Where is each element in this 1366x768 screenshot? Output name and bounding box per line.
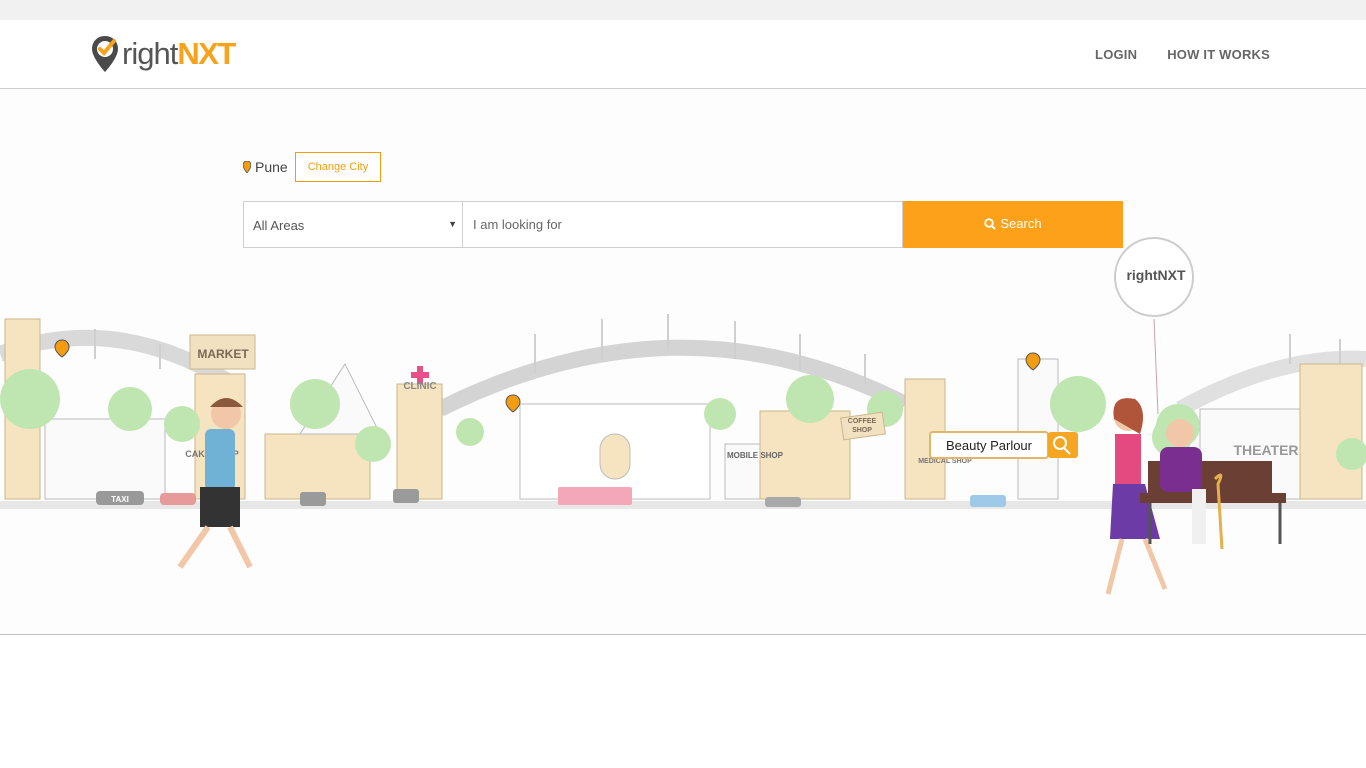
coffee-shop-sign-line2: SHOP [852,427,872,434]
site-logo[interactable]: rightNXT [90,33,236,75]
top-nav: LOGIN HOW IT WORKS [1095,47,1270,62]
search-bar: All Areas ▼ Search [243,201,1123,248]
location-check-icon [92,36,118,72]
balloon-logo-text: rightNXT [1126,267,1186,283]
dropdown-arrow-icon: ▼ [448,219,457,229]
search-button[interactable]: Search [903,201,1123,248]
hero-section: MARKET CLINIC CAKE SHOP MOBILE SHOP COFF… [0,89,1366,635]
clinic-sign-text: CLINIC [403,381,436,392]
medical-shop-sign-text: MEDICAL SHOP [918,458,972,465]
login-link[interactable]: LOGIN [1095,47,1137,62]
clinic-cross-bar [411,372,429,378]
area-select[interactable]: All Areas ▼ [243,201,463,248]
market-sign-text: MARKET [197,347,249,361]
logo-text: rightNXT [122,36,236,72]
top-strip [0,0,1366,20]
how-it-works-link[interactable]: HOW IT WORKS [1167,47,1270,62]
search-bubble-text: Beauty Parlour [946,438,1033,453]
theater-sign-text: THEATER [1233,442,1298,458]
change-city-button[interactable]: Change City [294,152,382,182]
city-illustration: MARKET CLINIC CAKE SHOP MOBILE SHOP COFF… [0,237,1366,595]
logo-text-accent: NXT [177,36,236,71]
search-button-label: Search [1000,216,1042,231]
taxi-text: TAXI [111,495,129,504]
area-select-value: All Areas [253,218,305,233]
coffee-shop-sign-line1: COFFEE [848,418,877,425]
current-city: Pune [255,159,288,175]
mobile-shop-sign-text: MOBILE SHOP [727,451,784,460]
city-selector: Pune Change City [243,152,382,182]
logo-text-main: right [122,36,178,71]
location-pin-icon [243,161,251,173]
balloon-string [1153,318,1159,415]
search-icon [984,217,997,230]
search-input[interactable] [463,201,903,248]
search-bubble-button [1048,432,1078,458]
site-header: rightNXT LOGIN HOW IT WORKS [0,20,1366,89]
